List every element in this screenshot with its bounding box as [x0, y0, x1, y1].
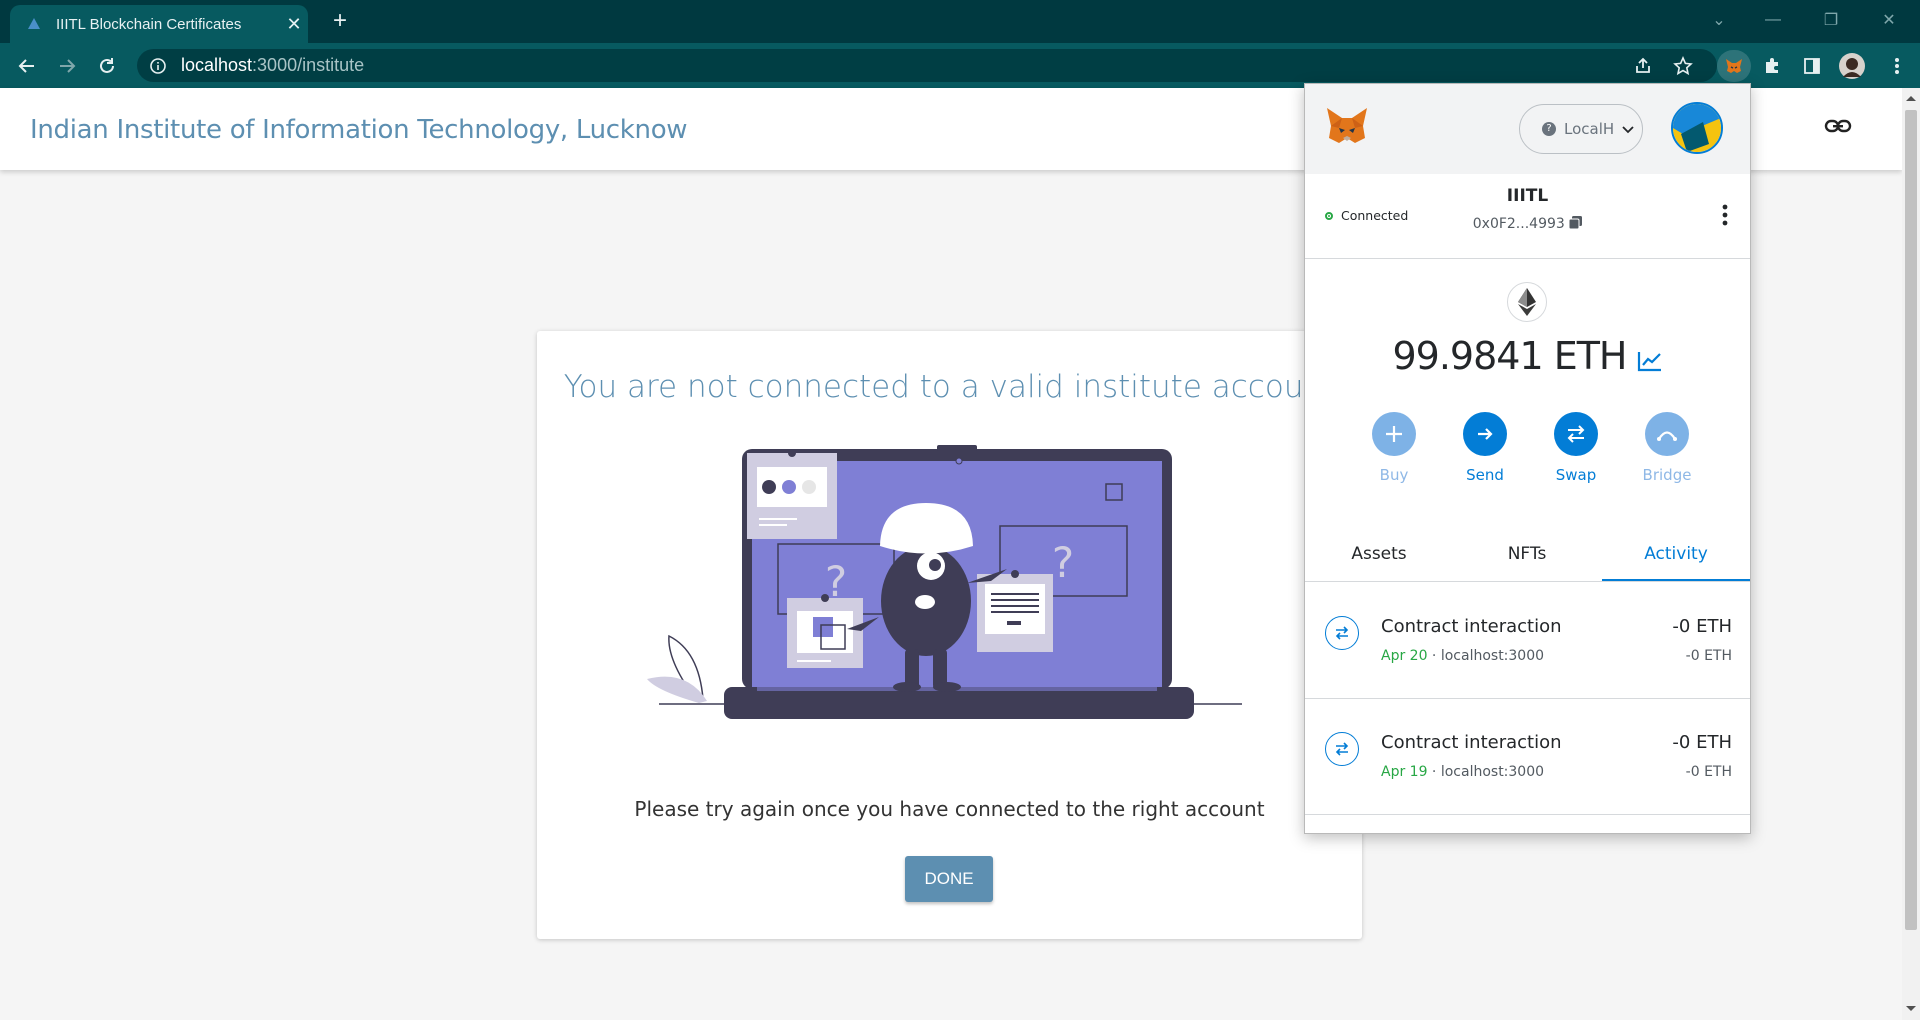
browser-menu-icon[interactable]	[1882, 51, 1912, 81]
extensions-puzzle-icon[interactable]	[1757, 51, 1787, 81]
swap-label: Swap	[1555, 466, 1597, 484]
account-address-row[interactable]: 0x0F2...4993	[1305, 216, 1750, 232]
tab-close-icon[interactable]: ✕	[280, 14, 308, 35]
arrow-right-icon	[1463, 412, 1507, 456]
buy-button[interactable]: Buy	[1354, 412, 1434, 484]
bookmark-star-icon[interactable]	[1668, 51, 1698, 81]
bridge-icon	[1645, 412, 1689, 456]
transaction-date: Apr 20	[1381, 648, 1428, 664]
browser-tab[interactable]: IIITL Blockchain Certificates ✕	[10, 5, 308, 43]
scroll-up-icon[interactable]	[1906, 96, 1916, 101]
account-section: Connected IIITL 0x0F2...4993	[1305, 174, 1750, 259]
plus-icon	[1372, 412, 1416, 456]
link-icon[interactable]	[1824, 116, 1852, 141]
url-path: :3000/institute	[252, 55, 365, 75]
send-button[interactable]: Send	[1445, 412, 1525, 484]
transaction-sub-amount: -0 ETH	[1685, 648, 1732, 664]
swap-button[interactable]: Swap	[1536, 412, 1616, 484]
eth-balance: 99.9841 ETH	[1305, 334, 1750, 381]
browser-tab-bar: IIITL Blockchain Certificates ✕ + ⌄ — ❐ …	[0, 0, 1920, 43]
tab-nfts[interactable]: NFTs	[1453, 529, 1601, 581]
site-title[interactable]: Indian Institute of Information Technolo…	[30, 115, 688, 145]
scroll-down-icon[interactable]	[1906, 1006, 1916, 1011]
metamask-header: ? LocalH	[1305, 84, 1750, 174]
metamask-extension-icon[interactable]	[1717, 50, 1751, 82]
error-heading: You are not connected to a valid institu…	[563, 369, 1336, 405]
network-help-icon: ?	[1542, 122, 1556, 136]
bridge-button[interactable]: Bridge	[1627, 412, 1707, 484]
not-found-illustration: ? ?	[647, 445, 1242, 719]
site-favicon-icon	[26, 16, 42, 32]
tab-search-icon[interactable]: ⌄	[1696, 0, 1742, 40]
transaction-title: Contract interaction	[1381, 732, 1562, 753]
error-card: You are not connected to a valid institu…	[537, 331, 1362, 939]
tab-assets[interactable]: Assets	[1305, 529, 1453, 581]
address-bar[interactable]: localhost:3000/institute	[137, 49, 1717, 82]
transaction-title: Contract interaction	[1381, 616, 1562, 637]
page-scrollbar[interactable]	[1902, 88, 1920, 1020]
transaction-meta: Apr 20 · localhost:3000	[1381, 648, 1545, 664]
metamask-fox-icon[interactable]	[1325, 106, 1369, 150]
share-icon[interactable]	[1628, 51, 1658, 81]
restore-icon[interactable]: ❐	[1808, 0, 1854, 40]
close-window-icon[interactable]: ✕	[1866, 0, 1912, 40]
transaction-amount: -0 ETH	[1672, 732, 1732, 753]
account-address: 0x0F2...4993	[1472, 216, 1565, 232]
network-selector[interactable]: ? LocalH	[1519, 104, 1643, 154]
contract-interaction-icon	[1325, 732, 1359, 766]
network-label: LocalH	[1564, 120, 1615, 138]
ethereum-icon	[1507, 282, 1547, 322]
copy-icon[interactable]	[1568, 216, 1583, 232]
eth-balance-value: 99.9841 ETH	[1392, 334, 1627, 378]
site-info-icon[interactable]	[149, 57, 167, 75]
transaction-sub-amount: -0 ETH	[1685, 764, 1732, 780]
metamask-popup: ? LocalH Connected IIITL 0x0F2...4993 99…	[1304, 83, 1751, 834]
tab-activity[interactable]: Activity	[1602, 529, 1750, 581]
swap-icon	[1554, 412, 1598, 456]
side-panel-icon[interactable]	[1797, 51, 1827, 81]
new-tab-icon[interactable]: +	[326, 7, 354, 35]
send-label: Send	[1466, 466, 1504, 484]
wallet-tabs: Assets NFTs Activity	[1305, 529, 1750, 582]
back-icon[interactable]	[12, 51, 42, 81]
svg-text:?: ?	[1052, 538, 1074, 587]
transaction-date: Apr 19	[1381, 764, 1428, 780]
transaction-row[interactable]: Contract interaction Apr 20 · localhost:…	[1305, 582, 1750, 699]
transaction-origin: localhost:3000	[1440, 764, 1545, 780]
browser-toolbar: localhost:3000/institute	[0, 43, 1920, 88]
transaction-amount: -0 ETH	[1672, 616, 1732, 637]
minimize-icon[interactable]: —	[1750, 0, 1796, 40]
forward-icon[interactable]	[52, 51, 82, 81]
error-message: Please try again once you have connected…	[634, 797, 1265, 821]
url-host: localhost	[181, 55, 253, 75]
buy-label: Buy	[1379, 466, 1409, 484]
transaction-meta: Apr 19 · localhost:3000	[1381, 764, 1545, 780]
bridge-label: Bridge	[1642, 466, 1692, 484]
profile-avatar[interactable]	[1837, 51, 1867, 81]
account-avatar[interactable]	[1671, 102, 1723, 154]
contract-interaction-icon	[1325, 616, 1359, 650]
account-options-icon[interactable]	[1722, 204, 1728, 230]
scrollbar-thumb[interactable]	[1905, 110, 1917, 930]
reload-icon[interactable]	[92, 51, 122, 81]
transaction-row[interactable]: Contract interaction Apr 19 · localhost:…	[1305, 698, 1750, 815]
portfolio-chart-icon[interactable]	[1637, 337, 1663, 381]
chevron-down-icon	[1622, 120, 1634, 138]
tab-title: IIITL Blockchain Certificates	[56, 15, 242, 33]
account-name: IIITL	[1506, 186, 1549, 206]
transaction-origin: localhost:3000	[1440, 648, 1545, 664]
done-button[interactable]: DONE	[905, 856, 993, 902]
